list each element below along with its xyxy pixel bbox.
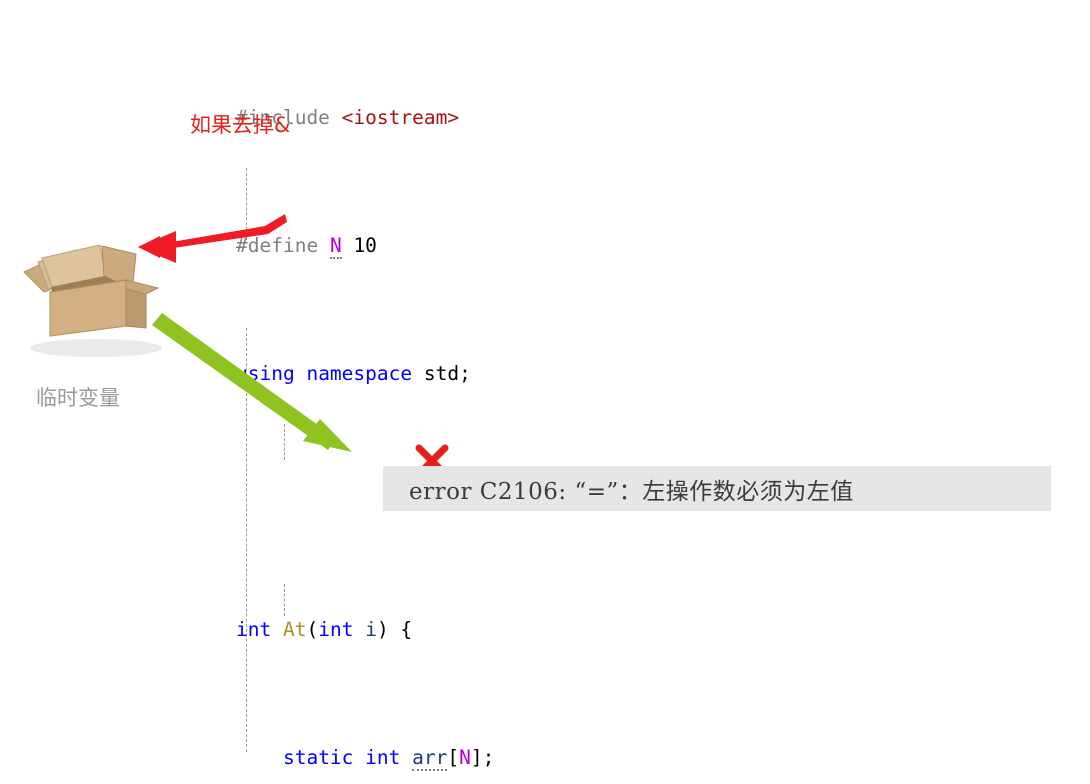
- code-block: #include <iostream> #define N 10 using n…: [236, 6, 1066, 784]
- token-paren-brace: ) {: [376, 618, 413, 641]
- token-int-param: int: [318, 618, 354, 641]
- red-annotation-text: 如果去掉&: [190, 113, 291, 137]
- code-line: using namespace std;: [236, 358, 1066, 390]
- token-i: i: [365, 618, 377, 641]
- code-line: #include <iostream>: [236, 102, 1066, 134]
- token-iostream: <iostream>: [341, 106, 460, 129]
- compiler-error-popup: error C2106: “=”：左操作数必须为左值: [383, 466, 1051, 511]
- token-bracket-end: ];: [470, 746, 495, 769]
- token-macro-value: 10: [353, 234, 377, 257]
- token-static: static: [282, 746, 354, 769]
- token-using: using: [236, 362, 295, 385]
- token-arr: arr: [412, 746, 448, 771]
- token-macro-n: N: [329, 234, 342, 259]
- token-std: std;: [423, 362, 471, 385]
- token-int: int: [236, 618, 272, 641]
- code-line: #define N 10: [236, 230, 1066, 262]
- token-at-decl: At: [282, 618, 307, 641]
- code-line: int At(int i) {: [236, 614, 1066, 646]
- token-macro-n-use: N: [459, 746, 471, 769]
- token-bracket: [: [447, 746, 460, 769]
- token-define: #define: [236, 234, 319, 257]
- token-namespace: namespace: [306, 362, 413, 385]
- box-icon: [23, 244, 162, 357]
- box-caption-temp-variable: 临时变量: [36, 386, 120, 410]
- code-line: static int arr[N];: [236, 742, 1066, 774]
- error-message-text: error C2106: “=”：左操作数必须为左值: [409, 478, 854, 505]
- token-int-arr: int: [365, 746, 401, 769]
- token-paren: (: [306, 618, 319, 641]
- cardboard-box-illustration: [14, 232, 179, 362]
- slide-canvas: #include <iostream> #define N 10 using n…: [0, 0, 1090, 784]
